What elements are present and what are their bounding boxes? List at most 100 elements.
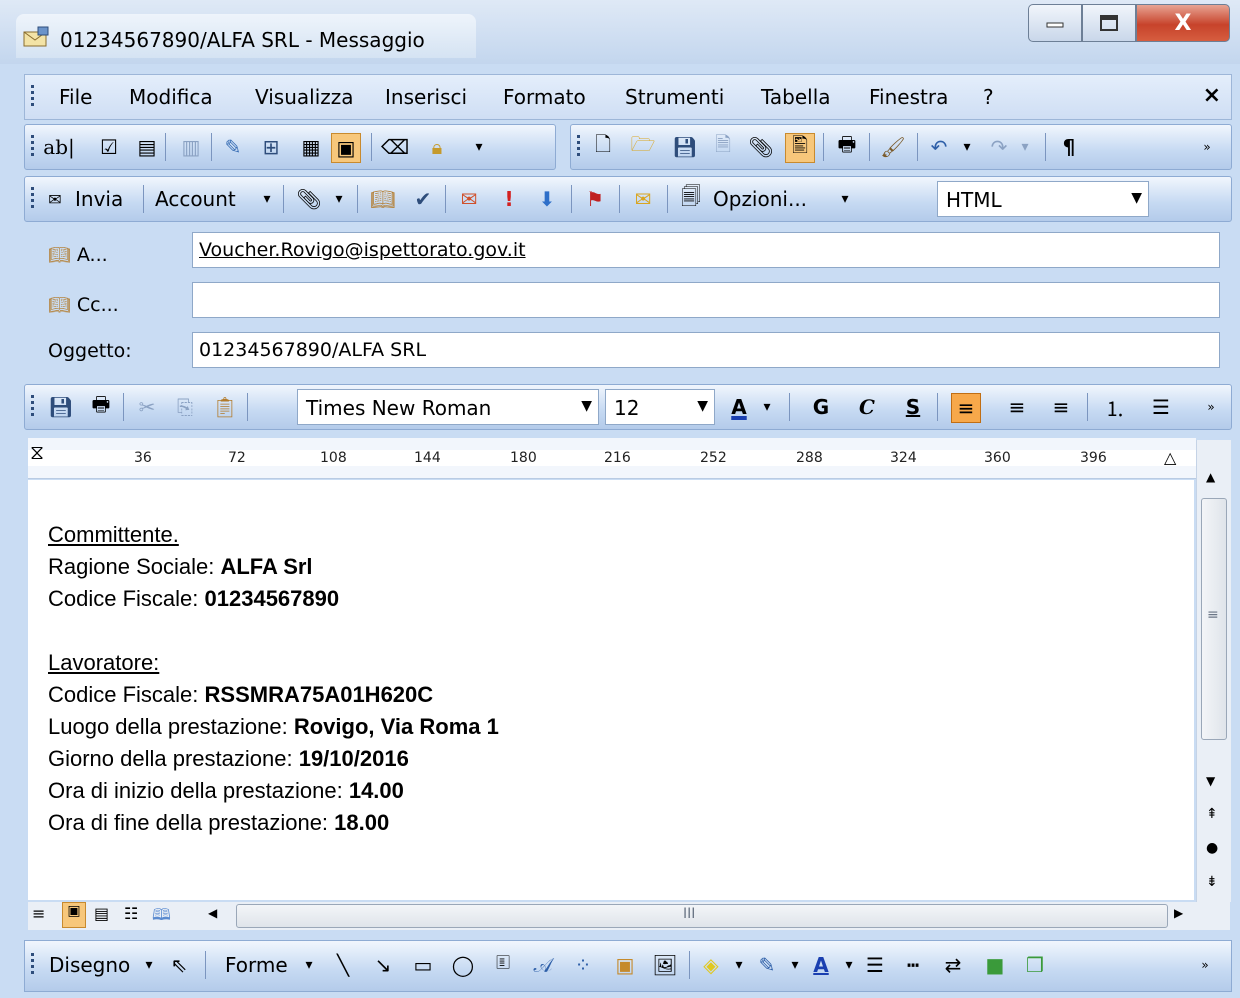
cc-button[interactable]: 📖︎ Cc... <box>48 290 119 320</box>
print-preview-icon[interactable]: 🗎 <box>709 132 737 161</box>
web-layout-icon[interactable]: ▣ <box>62 902 86 928</box>
toolbar-options-icon[interactable]: » <box>1197 133 1217 161</box>
edit-icon[interactable]: ✎ <box>219 133 247 161</box>
to-recipient[interactable]: Voucher.Rovigo@ispettorato.gov.it <box>199 239 526 261</box>
attach-file-icon[interactable]: 📎︎ <box>295 185 323 213</box>
left-indent-marker[interactable]: ⧖ <box>30 440 44 464</box>
menu-file[interactable]: File <box>59 85 92 109</box>
rectangle-icon[interactable]: ▭ <box>409 951 437 979</box>
scroll-up-icon[interactable]: ▲ <box>1206 470 1215 484</box>
align-right-icon[interactable]: ≡ <box>1047 393 1075 421</box>
redo-icon[interactable]: ↷ <box>985 133 1013 161</box>
text-box-icon[interactable]: 🗉 <box>489 950 517 979</box>
chevron-down-icon[interactable]: ▾ <box>465 133 493 161</box>
message-format-select[interactable]: HTML ▼ <box>937 181 1149 217</box>
horizontal-scroll-thumb[interactable]: III <box>236 904 1168 928</box>
print-layout-icon[interactable]: ▤ <box>94 904 109 923</box>
table-icon[interactable]: ⊞ <box>257 133 285 161</box>
grid-icon[interactable]: ▦ <box>297 133 325 161</box>
bulleted-list-icon[interactable]: ☰ <box>1147 393 1175 421</box>
copy-icon[interactable]: ⎘ <box>171 393 199 421</box>
menu-visualizza[interactable]: Visualizza <box>255 85 354 109</box>
line-style-icon[interactable]: ☰ <box>861 951 889 979</box>
font-name-select[interactable]: Times New Roman ▼ <box>297 389 599 425</box>
arrow-icon[interactable]: ↘ <box>369 951 397 979</box>
text-highlight-icon[interactable]: ▣ <box>331 133 361 163</box>
menu-modifica[interactable]: Modifica <box>129 85 213 109</box>
save-icon[interactable]: 💾︎ <box>47 393 75 421</box>
italic-button[interactable]: C <box>853 393 881 421</box>
ruler[interactable]: ⧖ 36 72 108 144 180 216 252 288 324 360 … <box>28 438 1196 479</box>
autoshapes-menu-button[interactable]: Forme <box>225 953 288 977</box>
list-box-icon[interactable]: ▤ <box>133 133 161 161</box>
oval-icon[interactable]: ◯ <box>449 951 477 979</box>
menu-inserisci[interactable]: Inserisci <box>385 85 467 109</box>
next-page-icon[interactable]: ⇟ <box>1206 874 1218 890</box>
toolbar-grip[interactable] <box>31 135 34 159</box>
right-indent-marker[interactable]: △ <box>1164 448 1176 467</box>
options-dropdown-icon[interactable]: ▾ <box>831 185 859 213</box>
numbered-list-icon[interactable]: ⒈ <box>1101 393 1129 421</box>
clip-art-icon[interactable]: ▣ <box>611 951 639 979</box>
menu-grip[interactable] <box>31 85 34 109</box>
font-color-button[interactable]: A <box>725 393 753 421</box>
underline-button[interactable]: S <box>899 393 927 421</box>
shadow-style-icon[interactable]: ■ <box>981 951 1009 979</box>
to-field[interactable]: Voucher.Rovigo@ispettorato.gov.it <box>192 232 1220 268</box>
font-color-dropdown-icon[interactable]: ▾ <box>753 393 781 421</box>
message-body[interactable]: Committente. Ragione Sociale: ALFA Srl C… <box>28 480 1194 900</box>
menu-help[interactable]: ? <box>983 85 994 109</box>
print-icon[interactable]: 🖶 <box>87 392 115 421</box>
redo-dropdown-icon[interactable]: ▾ <box>1011 133 1039 161</box>
account-button[interactable]: Account <box>155 187 236 211</box>
to-button[interactable]: 📖︎ A... <box>48 240 108 270</box>
font-color-dropdown-icon[interactable]: ▾ <box>835 951 863 979</box>
cc-field[interactable] <box>192 282 1220 318</box>
toolbar-grip[interactable] <box>577 135 580 159</box>
signature-icon[interactable]: 🖺 <box>785 133 815 163</box>
low-importance-icon[interactable]: ⬇ <box>533 185 561 213</box>
reading-layout-icon[interactable]: 🕮 <box>152 904 171 931</box>
paste-icon[interactable]: 📋︎ <box>211 393 239 421</box>
normal-view-icon[interactable]: ≡ <box>32 904 45 923</box>
mail-permissions-icon[interactable]: ✉ <box>455 185 483 213</box>
draw-dropdown-icon[interactable]: ▾ <box>135 951 163 979</box>
bold-button[interactable]: G <box>807 393 835 421</box>
toolbar-options-icon[interactable]: » <box>1195 951 1215 979</box>
fill-dropdown-icon[interactable]: ▾ <box>725 951 753 979</box>
line-icon[interactable]: ╲ <box>329 951 357 979</box>
wordart-icon[interactable]: 𝒜 <box>529 951 557 979</box>
font-size-select[interactable]: 12 ▼ <box>605 389 715 425</box>
scroll-right-icon[interactable]: ▶ <box>1174 906 1183 920</box>
diagram-icon[interactable]: ⁘ <box>569 951 597 979</box>
font-color-icon[interactable]: A <box>807 951 835 979</box>
toolbar-grip[interactable] <box>31 395 34 419</box>
draw-menu-button[interactable]: Disegno <box>49 953 130 977</box>
high-importance-icon[interactable]: ! <box>495 185 523 213</box>
toolbar-grip[interactable] <box>31 187 34 211</box>
undo-icon[interactable]: ↶ <box>925 133 953 161</box>
print-icon[interactable]: 🖶 <box>833 132 861 161</box>
vertical-scrollbar[interactable]: ▲ ≡ ▼ ⇞ ● ⇟ <box>1196 440 1231 902</box>
text-field-icon[interactable]: ab| <box>43 133 74 161</box>
follow-up-flag-icon[interactable]: ⚑ <box>581 185 609 213</box>
fill-color-icon[interactable]: ◈ <box>697 951 725 979</box>
toolbar-options-icon[interactable]: » <box>1201 393 1221 421</box>
new-icon[interactable]: 🗋 <box>589 132 617 161</box>
undo-dropdown-icon[interactable]: ▾ <box>953 133 981 161</box>
select-browse-object-icon[interactable]: ● <box>1206 840 1218 856</box>
menu-strumenti[interactable]: Strumenti <box>625 85 724 109</box>
attach-dropdown-icon[interactable]: ▾ <box>325 185 353 213</box>
menu-formato[interactable]: Formato <box>503 85 586 109</box>
pilcrow-icon[interactable]: ¶ <box>1055 133 1083 161</box>
align-left-icon[interactable]: ≡ <box>951 393 981 423</box>
vertical-scroll-thumb[interactable]: ≡ <box>1201 498 1227 740</box>
checkbox-icon[interactable]: ☑ <box>95 133 123 161</box>
close-button[interactable]: X <box>1136 4 1230 42</box>
toolbar-grip[interactable] <box>31 953 34 977</box>
attach-icon[interactable]: 📎︎ <box>747 133 775 161</box>
insert-picture-icon[interactable]: 🖼 <box>651 951 679 979</box>
open-icon[interactable]: 🗁 <box>629 132 657 161</box>
scroll-left-icon[interactable]: ◀ <box>208 906 217 920</box>
select-objects-icon[interactable]: ⇖ <box>165 951 193 979</box>
